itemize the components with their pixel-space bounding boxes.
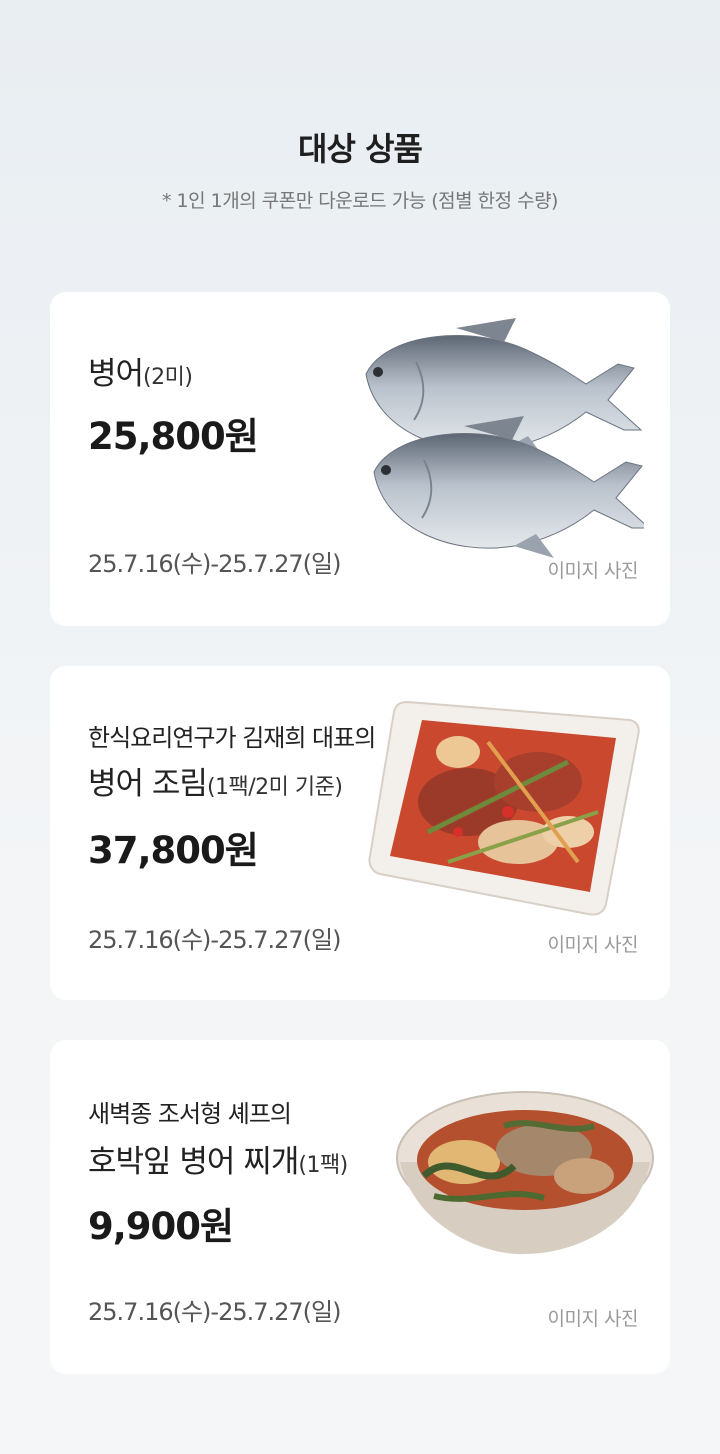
product-card-pomfret[interactable]: 병어(2미) 25,800원 25.7.16(수)-25.7.27(일) 이미지… <box>50 292 670 626</box>
product-name: 병어 조림(1팩/2미 기준) <box>88 758 343 803</box>
product-price: 37,800원 <box>88 829 259 872</box>
product-chef-line: 한식요리연구가 김재희 대표의 <box>88 724 376 752</box>
page-title: 대상 상품 <box>298 130 423 168</box>
sale-period: 25.7.16(수)-25.7.27(일) <box>88 1298 341 1326</box>
product-name: 병어(2미) <box>88 348 193 393</box>
section-header: 대상 상품 * 1인 1개의 쿠폰만 다운로드 가능 (점별 한정 수량) <box>0 124 720 213</box>
product-chef-line: 새벽종 조서형 셰프의 <box>88 1100 292 1128</box>
product-card-braised-pomfret[interactable]: 한식요리연구가 김재희 대표의 병어 조림(1팩/2미 기준) 37,800원 … <box>50 666 670 1000</box>
image-caption: 이미지 사진 <box>547 934 639 956</box>
product-card-pomfret-stew[interactable]: 새벽종 조서형 셰프의 호박잎 병어 찌개(1팩) 9,900원 25.7.16… <box>50 1040 670 1374</box>
product-name-text: 호박잎 병어 찌개 <box>88 1144 299 1180</box>
coupon-notice: * 1인 1개의 쿠폰만 다운로드 가능 (점별 한정 수량) <box>162 190 558 212</box>
sale-period: 25.7.16(수)-25.7.27(일) <box>88 550 341 578</box>
product-name: 호박잎 병어 찌개(1팩) <box>88 1136 348 1181</box>
product-price: 25,800원 <box>88 415 259 458</box>
image-caption: 이미지 사진 <box>547 1308 639 1330</box>
product-qty: (1팩/2미 기준) <box>206 775 343 800</box>
product-qty: (1팩) <box>298 1153 348 1178</box>
product-name-text: 병어 조림 <box>88 766 208 802</box>
product-qty: (2미) <box>143 365 193 390</box>
product-name-text: 병어 <box>88 356 144 392</box>
pomfret-stew-image <box>396 1091 654 1255</box>
sale-period: 25.7.16(수)-25.7.27(일) <box>88 926 341 954</box>
braised-pomfret-image <box>368 700 640 916</box>
pomfret-fish-image <box>365 318 644 558</box>
product-price: 9,900원 <box>88 1205 234 1248</box>
